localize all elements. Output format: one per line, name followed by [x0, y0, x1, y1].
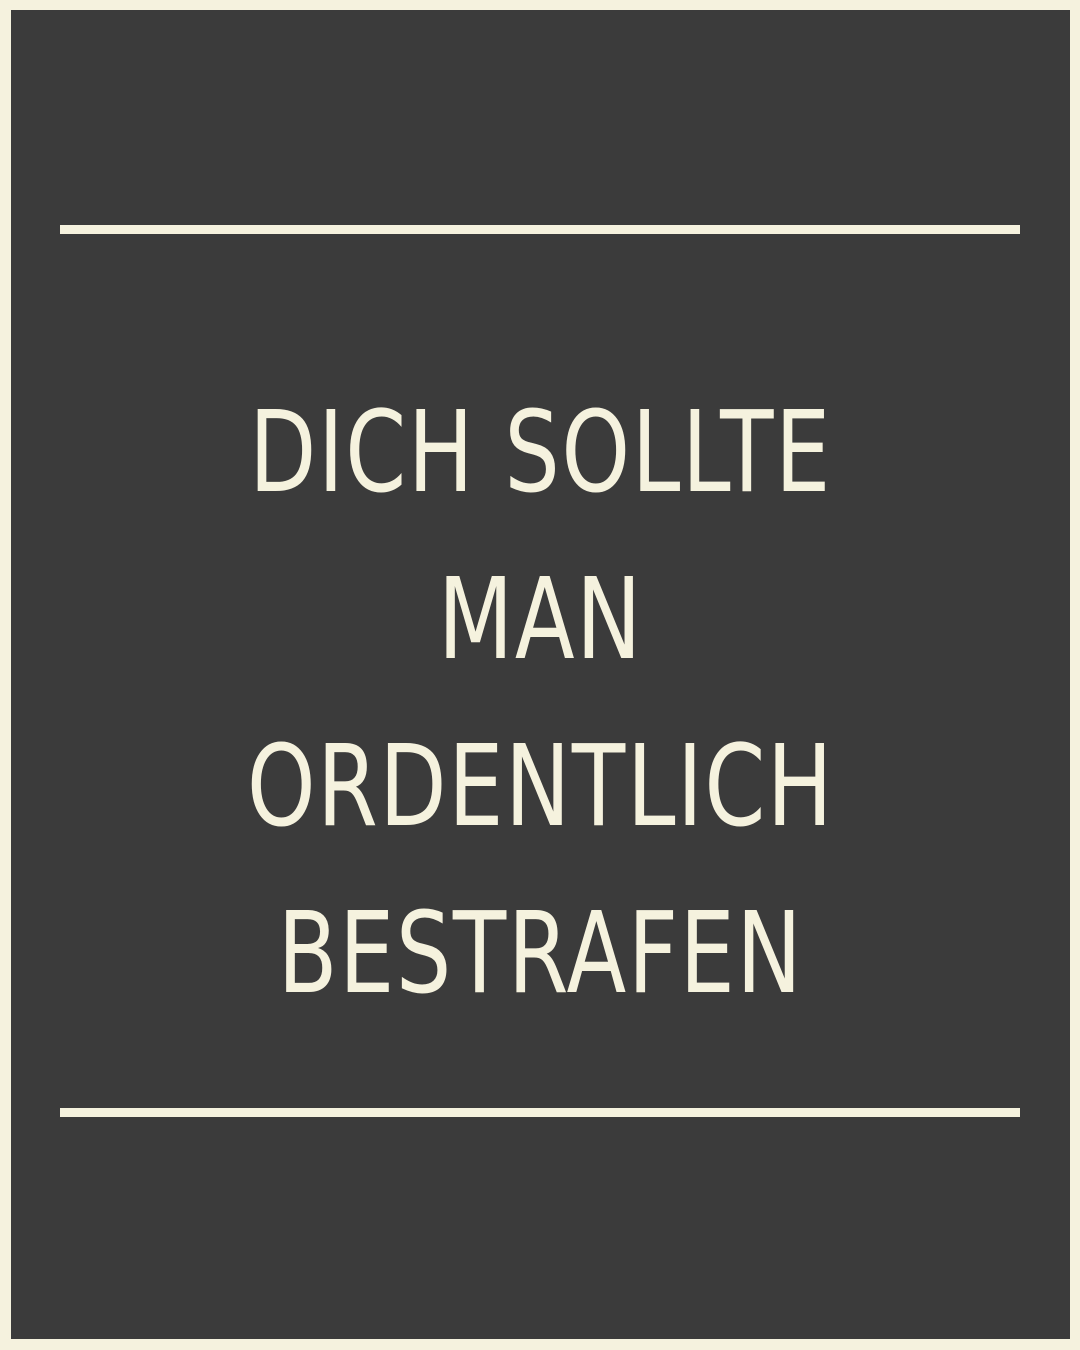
- quote-text: DICH SOLLTE MAN ORDENTLICH BESTRAFEN: [127, 370, 953, 1038]
- page: { "quote": { "lines": [ "DICH SOLLTE", "…: [0, 0, 1080, 1350]
- quote-line: ORDENTLICH: [246, 722, 835, 852]
- quote-card: DICH SOLLTE MAN ORDENTLICH BESTRAFEN: [11, 10, 1070, 1339]
- top-divider: [60, 225, 1020, 234]
- quote-line: BESTRAFEN: [277, 889, 804, 1019]
- quote-line: MAN: [437, 555, 644, 685]
- quote-line: DICH SOLLTE: [249, 388, 832, 518]
- bottom-divider: [60, 1108, 1020, 1117]
